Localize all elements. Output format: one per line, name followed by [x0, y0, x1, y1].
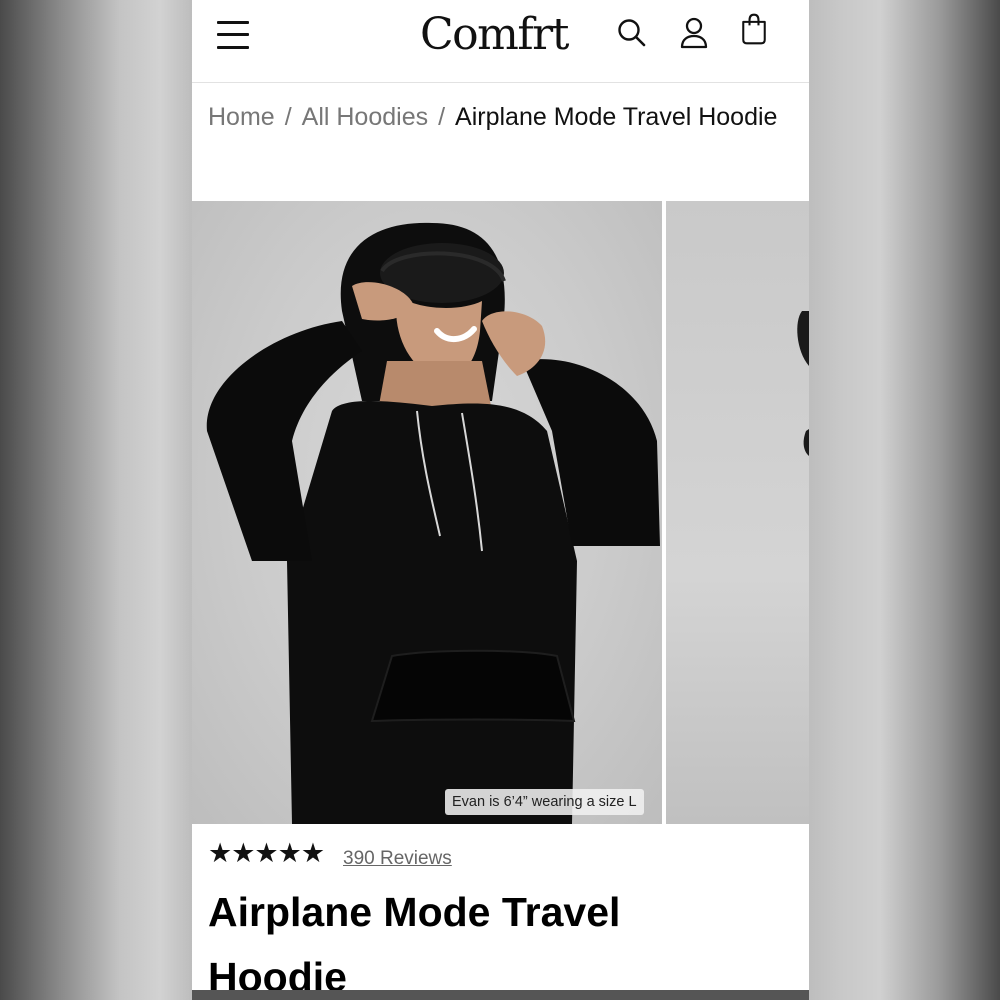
- reviews-link[interactable]: 390 Reviews: [343, 848, 452, 870]
- product-photo-main[interactable]: Evan is 6’4” wearing a size L: [192, 201, 662, 824]
- search-icon[interactable]: [616, 16, 648, 50]
- breadcrumb-all-hoodies-link[interactable]: All Hoodies: [302, 103, 428, 131]
- bottom-edge-divider: [192, 990, 809, 1000]
- model-size-caption: Evan is 6’4” wearing a size L: [445, 789, 644, 815]
- product-photo-next-peek[interactable]: [666, 201, 809, 824]
- hamburger-menu-icon[interactable]: [217, 20, 249, 50]
- model-wearing-hoodie-illustration: [206, 222, 660, 824]
- breadcrumb: Home / All Hoodies / Airplane Mode Travel Ho…: [208, 98, 788, 136]
- phone-screen: Comfrt Home / All Hoodies / Airplane Mode Tr…: [192, 0, 809, 1000]
- breadcrumb-home-link[interactable]: Home: [208, 103, 275, 131]
- star-rating-icon: ★★★★★: [208, 838, 325, 868]
- brand-logo[interactable]: Comfrt: [420, 10, 569, 60]
- top-navigation-bar: Comfrt: [192, 0, 809, 83]
- next-photo-partial-figure: [797, 311, 809, 456]
- breadcrumb-separator: /: [438, 103, 446, 131]
- user-icon[interactable]: [678, 16, 710, 50]
- product-image-gallery[interactable]: Evan is 6’4” wearing a size L: [192, 201, 809, 824]
- product-title: Airplane Mode Travel Hoodie: [208, 889, 621, 1000]
- breadcrumb-current-page: Airplane Mode Travel Hoodie: [455, 103, 778, 131]
- breadcrumb-separator: /: [284, 103, 292, 131]
- shopping-bag-icon[interactable]: [738, 12, 770, 46]
